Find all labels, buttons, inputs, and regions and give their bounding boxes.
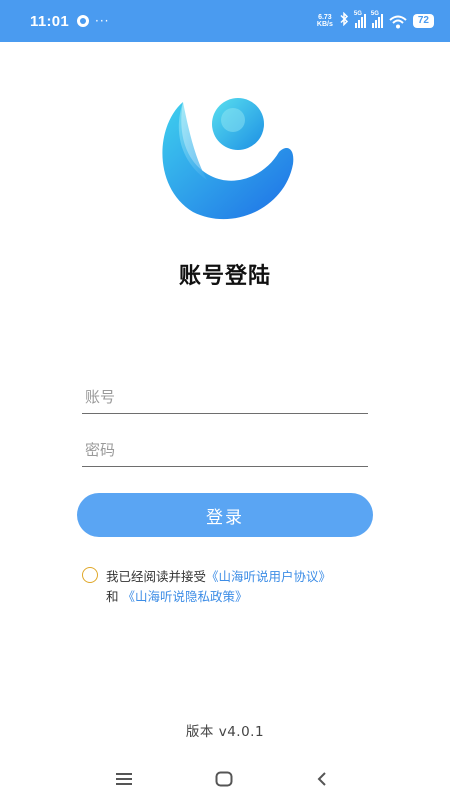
camera-dot-icon: [77, 15, 90, 27]
net-speed: 6.73 KB/s: [317, 14, 333, 28]
agreement-radio[interactable]: [82, 567, 98, 583]
password-input[interactable]: [82, 440, 368, 459]
status-bar: 11:01 ··· 6.73 KB/s 5G 5G 72: [0, 0, 450, 42]
back-icon[interactable]: [302, 766, 342, 792]
account-field: [82, 380, 368, 414]
agreement-text: 我已经阅读并接受: [106, 569, 207, 584]
page-title: 账号登陆: [178, 264, 271, 289]
home-icon[interactable]: [204, 766, 244, 792]
battery-icon: 72: [412, 14, 434, 28]
wifi-icon: [389, 14, 407, 29]
user-agreement-link[interactable]: 《山海听说用户协议》: [206, 569, 331, 584]
app-logo: [155, 96, 295, 226]
agreement-line: 我已经阅读并接受《山海听说用户协议》: [106, 566, 331, 585]
status-time: 11:01: [30, 12, 70, 30]
signal-icon: 5G: [370, 11, 383, 28]
agreement-conjunction: 和: [106, 589, 119, 604]
account-input[interactable]: [82, 387, 368, 406]
signal-tag: 5G: [370, 11, 379, 17]
signal-icon: 5G: [353, 11, 366, 28]
status-more-indicator: ···: [95, 14, 110, 28]
login-button[interactable]: 登录: [77, 493, 373, 537]
version-label: 版本 v4.0.1: [185, 724, 265, 740]
privacy-policy-link[interactable]: 《山海听说隐私政策》: [123, 589, 248, 604]
system-nav-bar: [0, 758, 450, 800]
bluetooth-icon: [339, 11, 349, 30]
password-field: [82, 433, 368, 467]
menu-icon[interactable]: [104, 766, 144, 792]
net-speed-value: 6.73: [318, 14, 332, 21]
status-icons: 6.73 KB/s 5G 5G 72: [317, 11, 434, 30]
signal-tag: 5G: [353, 11, 362, 17]
agreement-line: 和 《山海听说隐私政策》: [106, 586, 248, 605]
net-speed-unit: KB/s: [316, 21, 333, 28]
